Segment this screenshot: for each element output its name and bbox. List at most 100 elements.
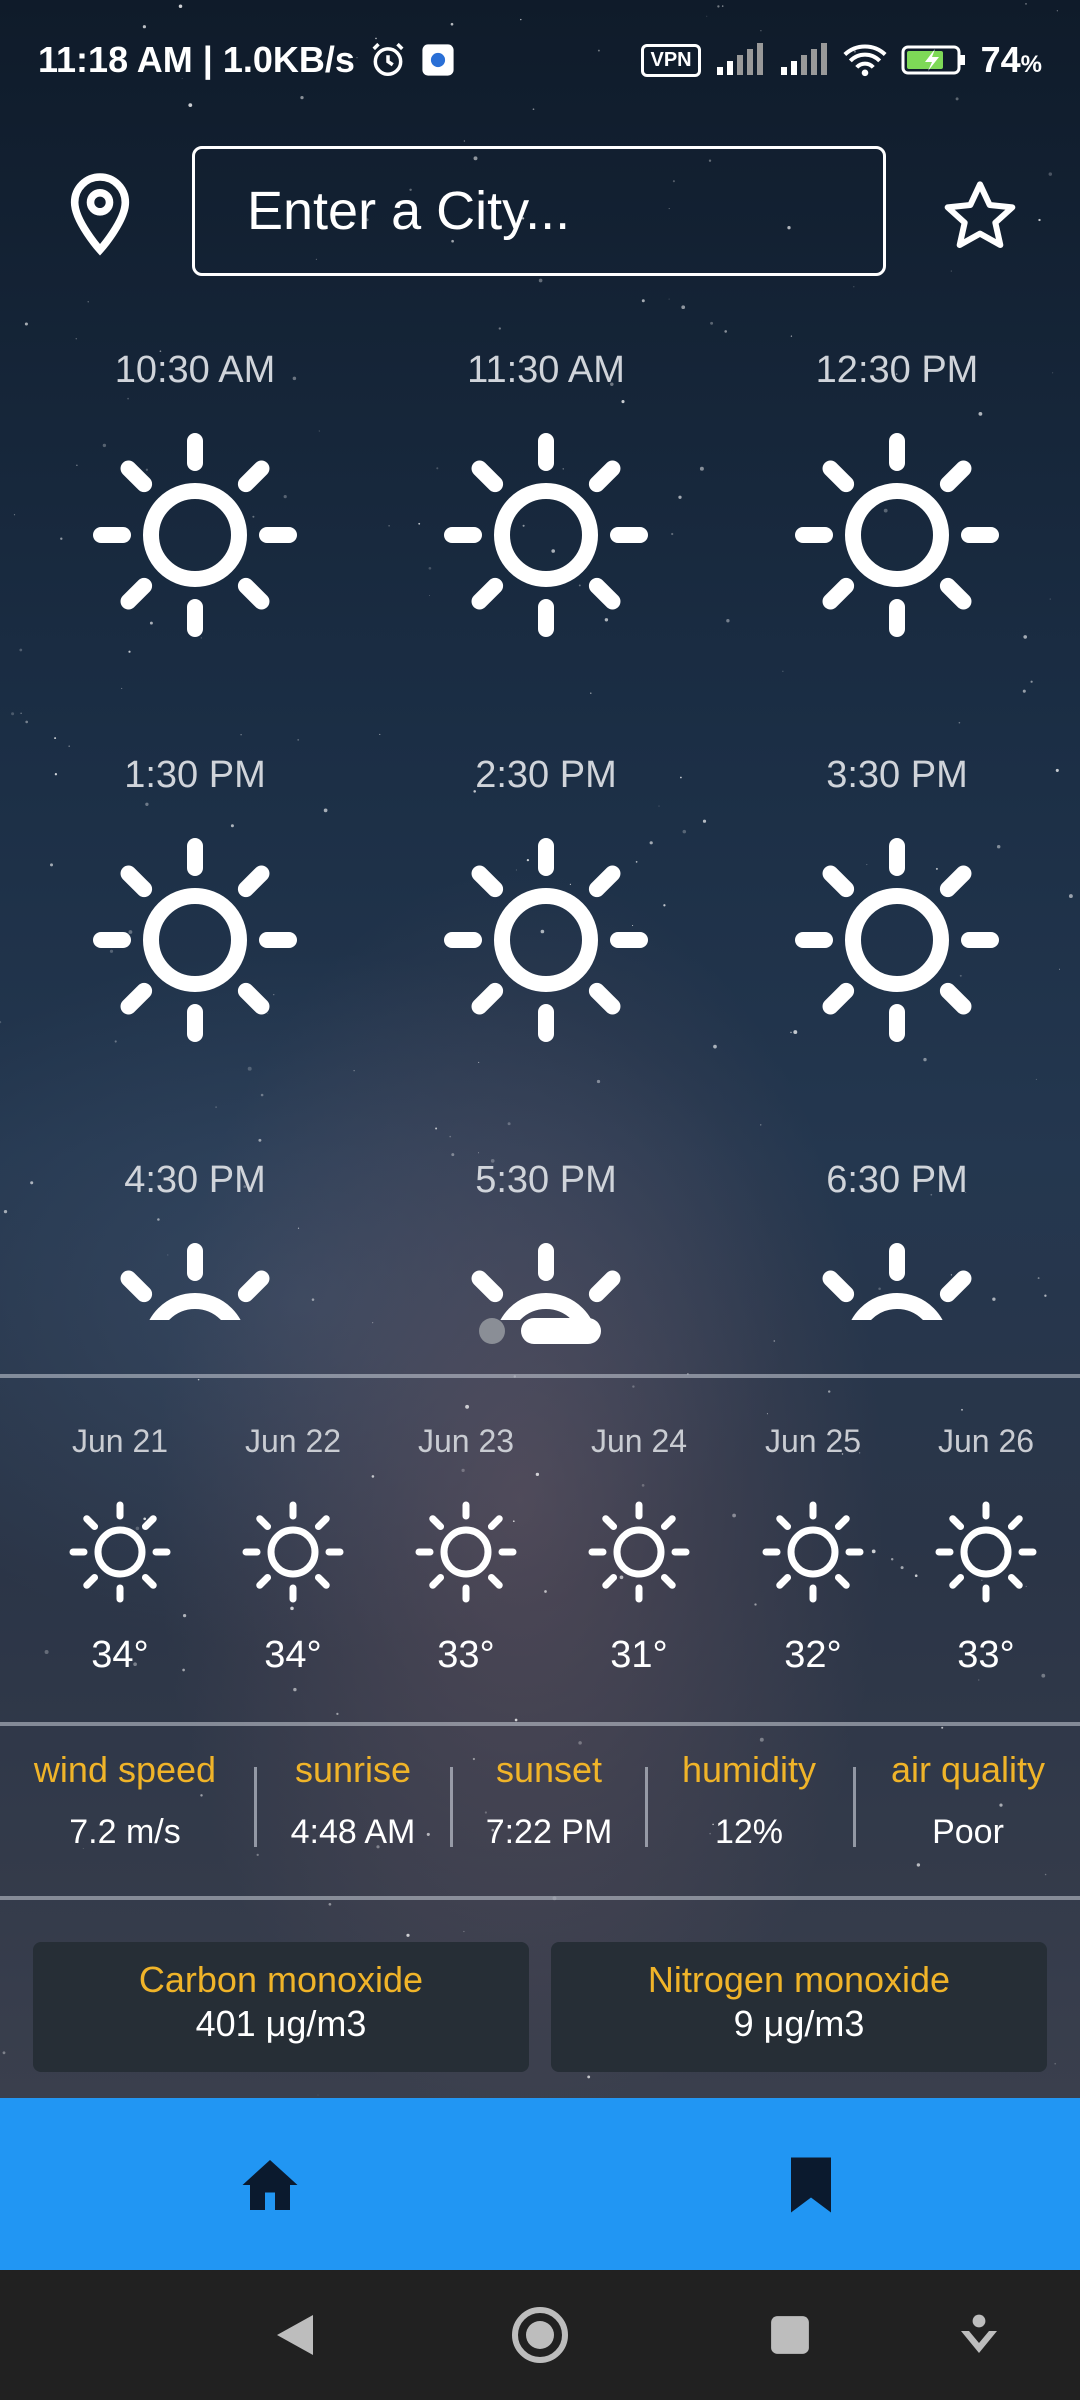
sun-icon (93, 838, 297, 1042)
sun-icon (762, 1501, 864, 1603)
sun-icon (471, 1243, 621, 1320)
hour-time: 3:30 PM (826, 754, 968, 796)
day-temp: 32° (784, 1634, 842, 1676)
stat-separator (450, 1767, 453, 1847)
hourly-item: 2:30 PM (366, 750, 726, 1060)
stat-label: sunrise (294, 1749, 412, 1790)
system-navigation-bar (0, 2270, 1080, 2400)
hourly-item: 12:30 PM (717, 345, 1077, 655)
sun-icon (69, 1501, 171, 1603)
gas-value: 401 μg/m3 (195, 2003, 367, 2044)
stat-separator (254, 1767, 257, 1847)
daily-item: Jun 26 33° (899, 1420, 1073, 1677)
assistant-down-icon[interactable] (946, 2302, 1012, 2368)
hour-time: 5:30 PM (475, 1159, 617, 1201)
page-dot[interactable] (479, 1318, 505, 1344)
location-pin-icon[interactable] (62, 170, 138, 260)
stat-sunset: sunset 7:22 PM (454, 1745, 644, 1852)
sun-icon (588, 1501, 690, 1603)
sun-icon (795, 838, 999, 1042)
stat-value: 7:22 PM (485, 1813, 613, 1851)
stat-value: 12% (714, 1813, 784, 1851)
stat-air-quality: air quality Poor (857, 1745, 1079, 1852)
alarm-icon (369, 41, 407, 79)
app-notification-icon (421, 43, 455, 77)
day-temp: 31° (610, 1634, 668, 1676)
sun-icon (93, 433, 297, 637)
signal-icon (715, 43, 765, 77)
hourly-forecast-grid[interactable]: 10:30 AM 11:30 AM 12:30 PM 1:30 PM 2:30 … (0, 345, 1080, 1320)
daily-item: Jun 21 34° (33, 1420, 207, 1677)
battery-charging-icon (901, 43, 967, 77)
day-date: Jun 25 (764, 1423, 862, 1459)
stat-sunrise: sunrise 4:48 AM (258, 1745, 448, 1852)
day-date: Jun 26 (937, 1423, 1035, 1459)
bookmark-icon[interactable] (776, 2150, 846, 2220)
stat-humidity: humidity 12% (649, 1745, 849, 1852)
sun-icon (822, 1243, 972, 1320)
signal-icon-2 (779, 43, 829, 77)
hour-time: 4:30 PM (124, 1159, 266, 1201)
hour-time: 1:30 PM (124, 754, 266, 796)
hourly-item: 3:30 PM (717, 750, 1077, 1060)
star-outline-icon[interactable] (940, 176, 1020, 256)
sun-icon (444, 433, 648, 637)
sun-icon (444, 838, 648, 1042)
daily-item: Jun 22 34° (206, 1420, 380, 1677)
sun-icon (415, 1501, 517, 1603)
recents-icon[interactable] (757, 2302, 823, 2368)
nitrogen-monoxide-card: Nitrogen monoxide 9 μg/m3 (551, 1942, 1047, 2072)
gas-label: Carbon monoxide (138, 1959, 424, 2000)
hourly-item: 10:30 AM (15, 345, 375, 655)
sun-icon (795, 433, 999, 637)
vpn-badge: VPN (641, 43, 701, 77)
carbon-monoxide-card: Carbon monoxide 401 μg/m3 (33, 1942, 529, 2072)
hourly-item: 11:30 AM (366, 345, 726, 655)
stat-label: wind speed (33, 1749, 217, 1790)
sun-icon (120, 1243, 270, 1320)
home-icon[interactable] (235, 2150, 305, 2220)
hour-time: 11:30 AM (467, 349, 625, 391)
daily-item: Jun 24 31° (552, 1420, 726, 1677)
hour-time: 2:30 PM (475, 754, 617, 796)
sun-icon (242, 1501, 344, 1603)
divider (0, 1896, 1080, 1900)
day-temp: 33° (437, 1634, 495, 1676)
stat-separator (853, 1767, 856, 1847)
page-dot-active[interactable] (521, 1318, 601, 1344)
page-indicator[interactable] (0, 1318, 1080, 1344)
status-bar: 11:18 AM | 1.0KB/s VPN 74% (0, 0, 1080, 120)
stat-label: humidity (681, 1749, 817, 1790)
hourly-item: 5:30 PM (366, 1155, 726, 1320)
hour-time: 12:30 PM (815, 349, 979, 391)
battery-unit: % (1020, 51, 1042, 78)
day-date: Jun 22 (244, 1423, 342, 1459)
stat-separator (645, 1767, 648, 1847)
day-temp: 34° (264, 1634, 322, 1676)
daily-forecast[interactable]: Jun 21 34° Jun 22 34° Jun 23 33° Jun 24 … (0, 1420, 1080, 1710)
hourly-item: 4:30 PM (15, 1155, 375, 1320)
home-circle-icon[interactable] (507, 2302, 573, 2368)
day-temp: 33° (957, 1634, 1015, 1676)
battery-percent: 74 (980, 39, 1021, 80)
stat-label: air quality (890, 1749, 1046, 1790)
search-row (0, 146, 1080, 280)
daily-item: Jun 23 33° (379, 1420, 553, 1677)
day-date: Jun 21 (71, 1423, 169, 1459)
gas-value: 9 μg/m3 (733, 2003, 865, 2044)
hourly-item: 1:30 PM (15, 750, 375, 1060)
back-icon[interactable] (262, 2302, 328, 2368)
day-date: Jun 23 (417, 1423, 515, 1459)
day-date: Jun 24 (590, 1423, 688, 1459)
stat-wind-speed: wind speed 7.2 m/s (0, 1745, 250, 1852)
stat-label: sunset (495, 1749, 603, 1790)
city-search-input[interactable] (192, 146, 886, 276)
stat-value: 4:48 AM (290, 1813, 416, 1851)
weather-stats: wind speed 7.2 m/s sunrise 4:48 AM sunse… (0, 1745, 1080, 1895)
sun-icon (935, 1501, 1037, 1603)
divider (0, 1374, 1080, 1378)
hour-time: 6:30 PM (826, 1159, 968, 1201)
bottom-navigation (0, 2098, 1080, 2270)
hourly-item: 6:30 PM (717, 1155, 1077, 1320)
daily-item: Jun 25 32° (726, 1420, 900, 1677)
